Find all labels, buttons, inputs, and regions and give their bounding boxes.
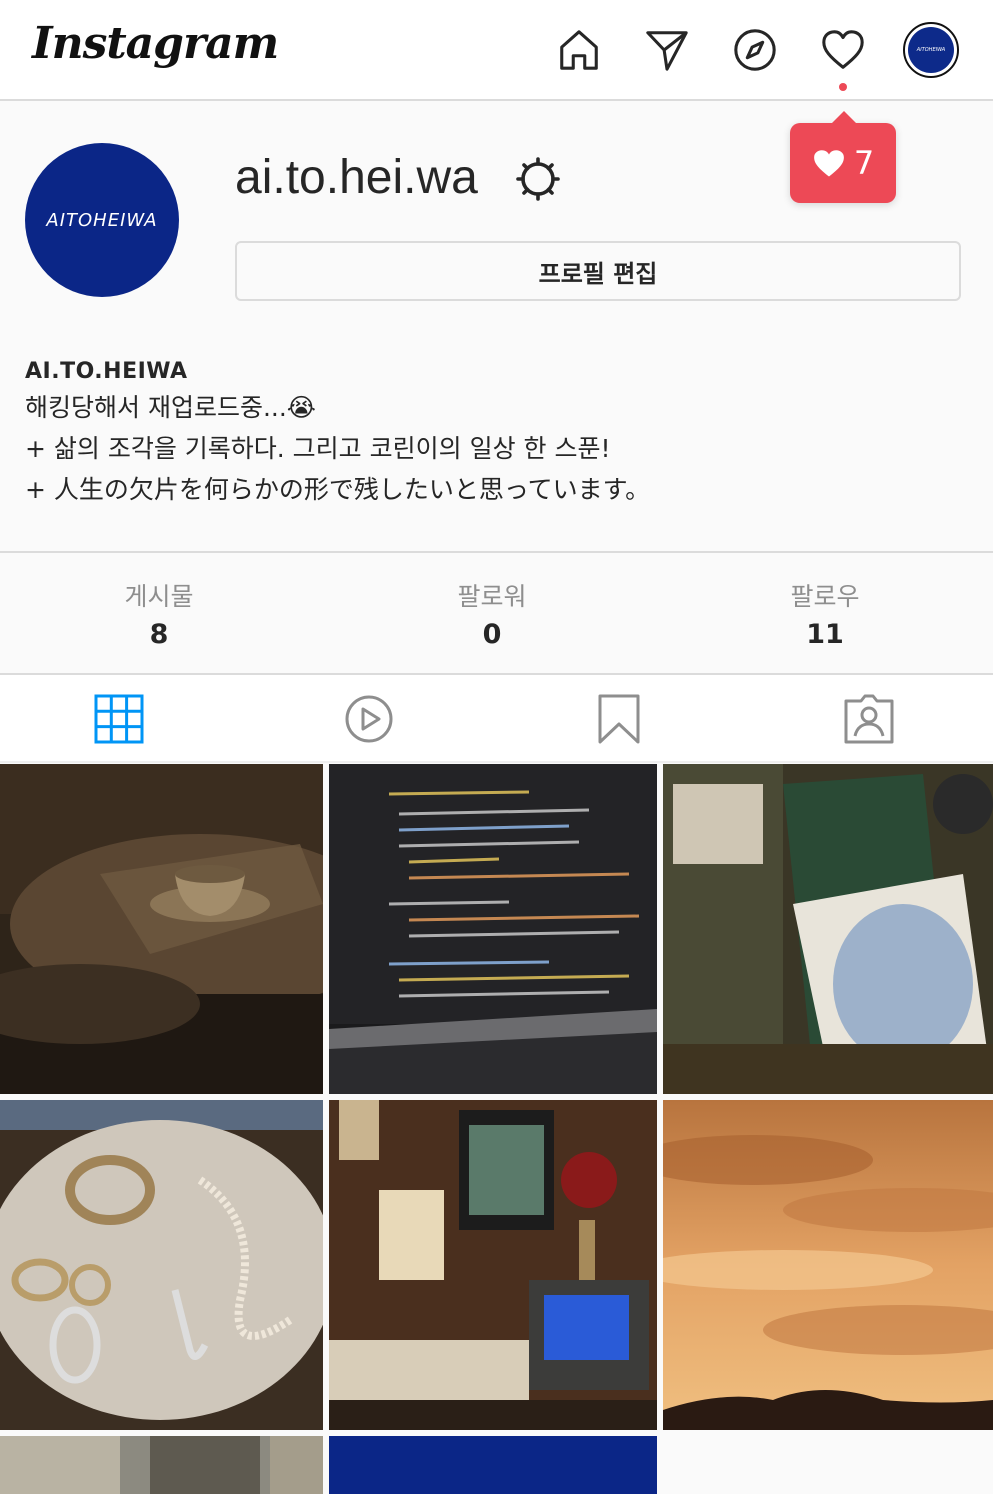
profile-avatar[interactable]: AITOHEIWA [25, 143, 179, 297]
heart-icon [813, 150, 844, 177]
stat-label: 게시물 [124, 582, 194, 611]
stat-value: 8 [149, 619, 169, 650]
nav-profile-avatar[interactable]: AITOHEIWA [903, 22, 959, 78]
tab-reels-play-icon[interactable] [343, 693, 395, 745]
bio-display-name: AI.TO.HEIWA [25, 359, 188, 384]
stat-posts[interactable]: 게시물 8 [59, 577, 259, 650]
post-thumbnail-partial-blue[interactable] [329, 1436, 657, 1494]
notification-dot [839, 83, 847, 91]
instagram-logo[interactable]: Instagram [32, 18, 279, 69]
post-thumbnail-partial[interactable] [0, 1436, 323, 1494]
profile-username: ai.to.hei.wa [235, 151, 478, 204]
stat-following[interactable]: 팔로우 11 [725, 577, 925, 650]
top-nav-bar: Instagram AITOHEIWA [0, 0, 993, 101]
nav-avatar-text: AITOHEIWA [908, 27, 954, 73]
direct-send-icon[interactable] [643, 26, 691, 74]
stat-label: 팔로워 [457, 582, 527, 611]
stat-value: 11 [806, 619, 844, 650]
edit-profile-button[interactable]: 프로필 편집 [235, 241, 961, 301]
post-thumbnail-code-laptop[interactable] [329, 764, 657, 1094]
tab-saved-bookmark-icon[interactable] [593, 693, 645, 745]
profile-tabs [0, 675, 993, 763]
tab-posts-grid-icon[interactable] [93, 693, 145, 745]
post-thumbnail-sunset-sky[interactable] [663, 1100, 993, 1430]
likes-notification-popup[interactable]: 7 [790, 111, 896, 203]
explore-compass-icon[interactable] [731, 26, 779, 74]
stat-label: 팔로우 [790, 582, 860, 611]
bio-line: + 삶의 조각을 기록하다. 그리고 코린이의 일상 한 스푼! [25, 434, 611, 463]
post-thumbnail-perfume-bottle[interactable] [663, 764, 993, 1094]
post-thumbnail-retro-room[interactable] [329, 1100, 657, 1430]
activity-heart-icon[interactable] [819, 26, 867, 74]
profile-stats-bar: 게시물 8 팔로워 0 팔로우 11 [0, 551, 993, 675]
stat-followers[interactable]: 팔로워 0 [392, 577, 592, 650]
profile-avatar-text: AITOHEIWA [46, 209, 158, 231]
bio-line: 해킹당해서 재업로드중...😭 [25, 393, 316, 422]
post-thumbnail-jewelry-plate[interactable] [0, 1100, 323, 1430]
post-thumbnail-coffee-cup[interactable] [0, 764, 323, 1094]
notification-count: 7 [853, 144, 875, 182]
settings-gear-icon[interactable] [514, 155, 562, 203]
tab-tagged-portrait-icon[interactable] [843, 693, 895, 745]
stat-value: 0 [482, 619, 502, 650]
home-icon[interactable] [555, 26, 603, 74]
bio-line: + 人生の欠片を何らかの形で残したいと思っています。 [25, 475, 651, 504]
